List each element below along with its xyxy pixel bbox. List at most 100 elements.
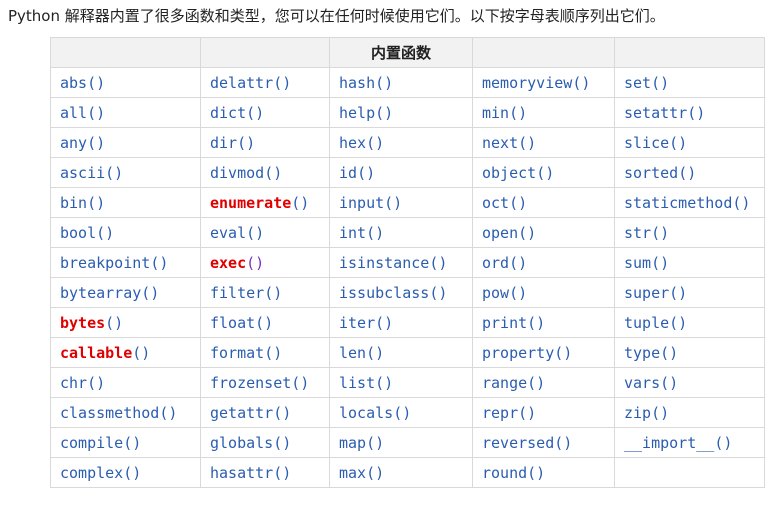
function-parens: () [141,283,160,302]
function-link[interactable]: frozenset() [210,374,309,392]
function-link[interactable]: super() [624,284,687,302]
function-link[interactable]: any() [60,134,105,152]
function-link[interactable]: open() [482,224,536,242]
function-link[interactable]: dir() [210,134,255,152]
function-link[interactable]: help() [339,104,393,122]
table-row: complex() hasattr() max() round() [50,457,765,488]
function-link[interactable]: memoryview() [482,74,590,92]
function-link[interactable]: isinstance() [339,254,447,272]
function-name: iter [339,313,376,332]
function-link[interactable]: filter() [210,284,282,302]
function-link[interactable]: zip() [624,404,669,422]
function-link[interactable]: callable() [60,344,150,362]
function-link[interactable]: min() [482,104,527,122]
function-link[interactable]: format() [210,344,282,362]
function-link[interactable]: bytearray() [60,284,159,302]
function-link[interactable]: slice() [624,134,687,152]
function-name: map [339,433,367,452]
table-row: ascii() divmod() id() object() sorted() [50,157,765,188]
function-link[interactable]: breakpoint() [60,254,168,272]
function-link[interactable]: range() [482,374,545,392]
function-parens: () [509,283,528,302]
function-parens: () [669,313,688,332]
function-link[interactable]: ascii() [60,164,123,182]
function-link[interactable]: setattr() [624,104,705,122]
function-link[interactable]: property() [482,344,572,362]
function-link[interactable]: tuple() [624,314,687,332]
function-link[interactable]: dict() [210,104,264,122]
function-link[interactable]: compile() [60,434,141,452]
function-link[interactable]: reversed() [482,434,572,452]
function-name: oct [482,193,510,212]
function-name: len [339,343,367,362]
function-link[interactable]: sorted() [624,164,696,182]
table-cell: bool() [50,217,201,248]
function-parens: () [264,343,283,362]
function-link[interactable]: print() [482,314,545,332]
function-link[interactable]: str() [624,224,669,242]
function-link[interactable]: getattr() [210,404,291,422]
function-link[interactable]: classmethod() [60,404,177,422]
function-link[interactable]: enumerate() [210,194,309,212]
table-row: compile() globals() map() reversed() __impor… [50,427,765,458]
function-link[interactable]: vars() [624,374,678,392]
table-cell: sum() [614,247,765,278]
function-link[interactable]: bin() [60,194,105,212]
function-name: list [339,373,376,392]
function-link[interactable]: id() [339,164,375,182]
function-link[interactable]: hasattr() [210,464,291,482]
table-cell: round() [472,457,615,488]
table-cell: int() [329,217,473,248]
function-link[interactable]: type() [624,344,678,362]
builtin-functions-table: 内置函数 abs() delattr() hash() memoryview() set… [50,37,765,488]
function-link[interactable]: max() [339,464,384,482]
function-link[interactable]: float() [210,314,273,332]
function-link[interactable]: input() [339,194,402,212]
table-row: bytearray() filter() issubclass() pow() supe… [50,277,765,308]
function-link[interactable]: sum() [624,254,669,272]
function-link[interactable]: next() [482,134,536,152]
function-link[interactable]: locals() [339,404,411,422]
function-parens: () [87,373,106,392]
function-link[interactable]: repr() [482,404,536,422]
function-name: complex [60,463,124,482]
function-link[interactable]: abs() [60,74,105,92]
function-link[interactable]: eval() [210,224,264,242]
function-name: format [210,343,265,362]
function-name: hex [339,133,367,152]
function-parens: () [527,463,546,482]
function-link[interactable]: ord() [482,254,527,272]
function-link[interactable]: object() [482,164,554,182]
function-name: getattr [210,403,274,422]
function-link[interactable]: divmod() [210,164,282,182]
function-link[interactable]: issubclass() [339,284,447,302]
function-name: memoryview [482,73,573,92]
function-link[interactable]: all() [60,104,105,122]
function-link[interactable]: len() [339,344,384,362]
function-link[interactable]: bool() [60,224,114,242]
function-link[interactable]: complex() [60,464,141,482]
function-link[interactable]: map() [339,434,384,452]
table-cell: memoryview() [472,67,615,98]
function-link[interactable]: round() [482,464,545,482]
table-cell: oct() [472,187,615,218]
function-name: sorted [624,163,679,182]
function-link[interactable]: set() [624,74,669,92]
function-link[interactable]: globals() [210,434,291,452]
function-link[interactable]: chr() [60,374,105,392]
function-link[interactable]: oct() [482,194,527,212]
function-link[interactable]: hash() [339,74,393,92]
function-link[interactable]: hex() [339,134,384,152]
function-link[interactable]: __import__() [624,434,732,452]
function-parens: () [246,103,265,122]
function-link[interactable]: delattr() [210,74,291,92]
function-link[interactable]: iter() [339,314,393,332]
function-link[interactable]: pow() [482,284,527,302]
function-link[interactable]: exec() [210,254,264,272]
function-link[interactable]: list() [339,374,393,392]
function-link[interactable]: staticmethod() [624,194,750,212]
table-cell: object() [472,157,615,188]
function-link[interactable]: bytes() [60,314,123,332]
function-link[interactable]: int() [339,224,384,242]
function-name: exec [210,253,247,272]
